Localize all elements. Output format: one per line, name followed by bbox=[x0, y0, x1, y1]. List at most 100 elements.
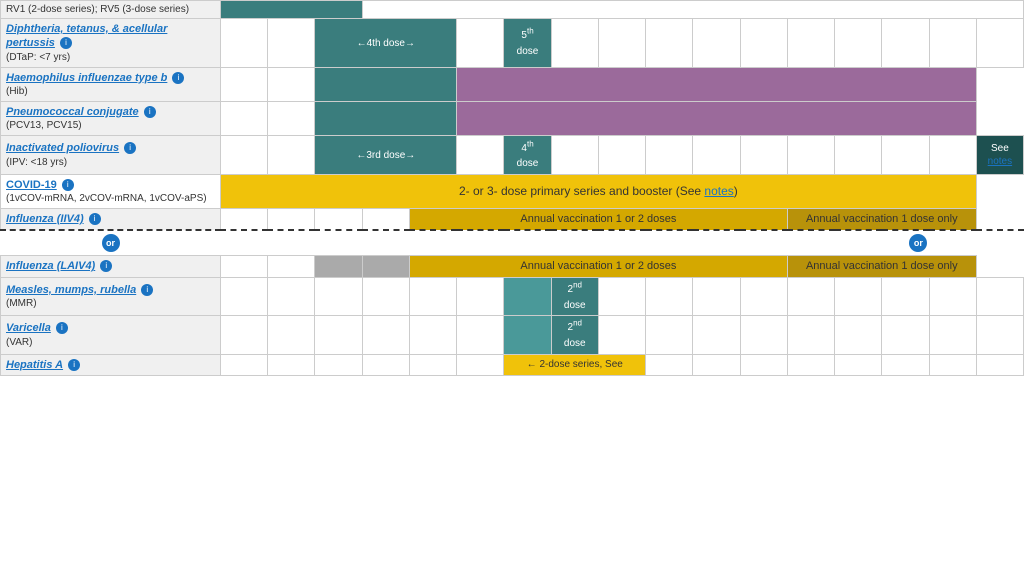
hib-info-icon[interactable]: i bbox=[172, 72, 184, 84]
mmr-18m bbox=[598, 277, 645, 316]
laiv4-2m bbox=[315, 256, 362, 277]
var-7-10y bbox=[787, 316, 834, 355]
dtap-vaccine-name[interactable]: Diphtheria, tetanus, & acellular pertuss… bbox=[6, 23, 167, 49]
dtap-birth bbox=[221, 19, 268, 68]
table-row-pcv: Pneumococcal conjugate i (PCV13, PCV15) bbox=[1, 101, 1024, 135]
hib-vaccine-name[interactable]: Haemophilus influenzae type b bbox=[6, 72, 167, 84]
table-row-rv-top: RV1 (2-dose series); RV5 (3-dose series) bbox=[1, 1, 1024, 19]
pcv-vaccine-name[interactable]: Pneumococcal conjugate bbox=[6, 106, 139, 118]
table-row-covid: COVID-19 i (1vCOV-mRNA, 2vCOV-mRNA, 1vCO… bbox=[1, 174, 1024, 208]
ipv-see-notes-cell: See notes bbox=[976, 136, 1023, 175]
pcv-info-icon[interactable]: i bbox=[144, 106, 156, 118]
iiv4-info-icon[interactable]: i bbox=[89, 213, 101, 225]
mmr-12m bbox=[504, 277, 551, 316]
hepa-2-3y bbox=[693, 354, 740, 375]
hepa-info-icon[interactable]: i bbox=[68, 359, 80, 371]
laiv4-info-icon[interactable]: i bbox=[100, 260, 112, 272]
covid-vaccine-name[interactable]: COVID-19 bbox=[6, 179, 57, 191]
ipv-vaccine-name[interactable]: Inactivated poliovirus bbox=[6, 142, 119, 154]
covid-notes-link[interactable]: notes bbox=[704, 184, 733, 198]
hib-purple-span bbox=[457, 67, 977, 101]
laiv4-vaccine-cell: Influenza (LAIV4) i bbox=[1, 256, 221, 277]
var-12m bbox=[504, 316, 551, 355]
hepa-6m bbox=[409, 354, 456, 375]
table-row-dtap: Diphtheria, tetanus, & acellular pertuss… bbox=[1, 19, 1024, 68]
hepa-dose-span: ← 2-dose series, See bbox=[504, 354, 646, 375]
dtap-info-icon[interactable]: i bbox=[60, 37, 72, 49]
dtap-11-12y bbox=[835, 19, 882, 68]
ipv-13-15y bbox=[882, 136, 929, 175]
dtap-4-6y bbox=[740, 19, 787, 68]
mmr-vaccine-name[interactable]: Measles, mumps, rubella bbox=[6, 284, 136, 296]
table-row-iiv4: Influenza (IIV4) i Annual vaccination 1 … bbox=[1, 209, 1024, 231]
rv-empty bbox=[362, 1, 1023, 19]
mmr-11-12y bbox=[835, 277, 882, 316]
var-birth bbox=[221, 316, 268, 355]
dtap-1m bbox=[268, 19, 315, 68]
hepa-4-6y bbox=[740, 354, 787, 375]
table-row-var: Varicella i (VAR) 2nddose bbox=[1, 316, 1024, 355]
rv-vaccine-cell: RV1 (2-dose series); RV5 (3-dose series) bbox=[1, 1, 221, 19]
var-13-15y bbox=[882, 316, 929, 355]
var-dose2-label: 2nddose bbox=[564, 322, 586, 349]
ipv-1m bbox=[268, 136, 315, 175]
dtap-dose5-label: 5thdose bbox=[517, 30, 539, 57]
hib-1m bbox=[268, 67, 315, 101]
laiv4-annual2-label: Annual vaccination 1 dose only bbox=[806, 260, 958, 272]
var-19-23m bbox=[646, 316, 693, 355]
iiv4-annual1-label: Annual vaccination 1 or 2 doses bbox=[520, 213, 676, 225]
hepa-birth bbox=[221, 354, 268, 375]
iiv4-annual2-span: Annual vaccination 1 dose only bbox=[787, 209, 976, 231]
ipv-4-6y bbox=[740, 136, 787, 175]
hib-vaccine-cell: Haemophilus influenzae type b i (Hib) bbox=[1, 67, 221, 101]
ipv-info-icon[interactable]: i bbox=[124, 142, 136, 154]
dtap-13-15y bbox=[882, 19, 929, 68]
mmr-dose2-label: 2nddose bbox=[564, 284, 586, 311]
iiv4-annual1-span: Annual vaccination 1 or 2 doses bbox=[409, 209, 787, 231]
dtap-sub: (DTaP: <7 yrs) bbox=[6, 51, 215, 64]
var-2m bbox=[315, 316, 362, 355]
hepa-vaccine-name[interactable]: Hepatitis A bbox=[6, 359, 63, 371]
ipv-9m bbox=[457, 136, 504, 175]
laiv4-annual1-label: Annual vaccination 1 or 2 doses bbox=[520, 260, 676, 272]
var-vaccine-name[interactable]: Varicella bbox=[6, 322, 51, 334]
ipv-dose4-cell: 4thdose bbox=[504, 136, 551, 175]
iiv4-vaccine-cell: Influenza (IIV4) i bbox=[1, 209, 221, 231]
hepa-text: ← 2-dose series, See bbox=[527, 359, 623, 370]
ipv-dose4-label: 4thdose bbox=[517, 143, 539, 170]
iiv4-annual2-label: Annual vaccination 1 dose only bbox=[806, 213, 958, 225]
table-row-ipv: Inactivated poliovirus i (IPV: <18 yrs) … bbox=[1, 136, 1024, 175]
dtap-vaccine-cell: Diphtheria, tetanus, & acellular pertuss… bbox=[1, 19, 221, 68]
mmr-birth bbox=[221, 277, 268, 316]
covid-vaccine-cell: COVID-19 i (1vCOV-mRNA, 2vCOV-mRNA, 1vCO… bbox=[1, 174, 221, 208]
laiv4-annual1-span: Annual vaccination 1 or 2 doses bbox=[409, 256, 787, 277]
hepa-17-18y bbox=[976, 354, 1023, 375]
mmr-19-23m bbox=[646, 277, 693, 316]
covid-text-prefix: 2- or 3- dose primary series and booster… bbox=[459, 184, 704, 198]
hepa-19-23m bbox=[646, 354, 693, 375]
hib-teal-span bbox=[315, 67, 457, 101]
ipv-19-23m bbox=[646, 136, 693, 175]
covid-info-icon[interactable]: i bbox=[62, 179, 74, 191]
dtap-2-3y bbox=[693, 19, 740, 68]
mmr-1m bbox=[268, 277, 315, 316]
iiv4-vaccine-name[interactable]: Influenza (IIV4) bbox=[6, 213, 84, 225]
laiv4-1m bbox=[268, 256, 315, 277]
mmr-13-15y bbox=[882, 277, 929, 316]
iiv4-birth bbox=[221, 209, 268, 231]
mmr-info-icon[interactable]: i bbox=[141, 284, 153, 296]
mmr-4m bbox=[362, 277, 409, 316]
var-dose2-cell: 2nddose bbox=[551, 316, 598, 355]
var-4-6y bbox=[740, 316, 787, 355]
mmr-17-18y bbox=[976, 277, 1023, 316]
table-row-laiv4: Influenza (LAIV4) i Annual vaccination 1… bbox=[1, 256, 1024, 277]
var-11-12y bbox=[835, 316, 882, 355]
table-row-hepa: Hepatitis A i ← 2-dose series, See bbox=[1, 354, 1024, 375]
dtap-dose4-span: ←4th dose→ bbox=[315, 19, 457, 68]
var-info-icon[interactable]: i bbox=[56, 322, 68, 334]
ipv-notes-link[interactable]: notes bbox=[988, 156, 1012, 167]
dtap-dose5-cell: 5thdose bbox=[504, 19, 551, 68]
or-cell-left: or bbox=[1, 230, 221, 256]
vaccination-schedule-table: RV1 (2-dose series); RV5 (3-dose series)… bbox=[0, 0, 1024, 376]
laiv4-vaccine-name[interactable]: Influenza (LAIV4) bbox=[6, 260, 95, 272]
